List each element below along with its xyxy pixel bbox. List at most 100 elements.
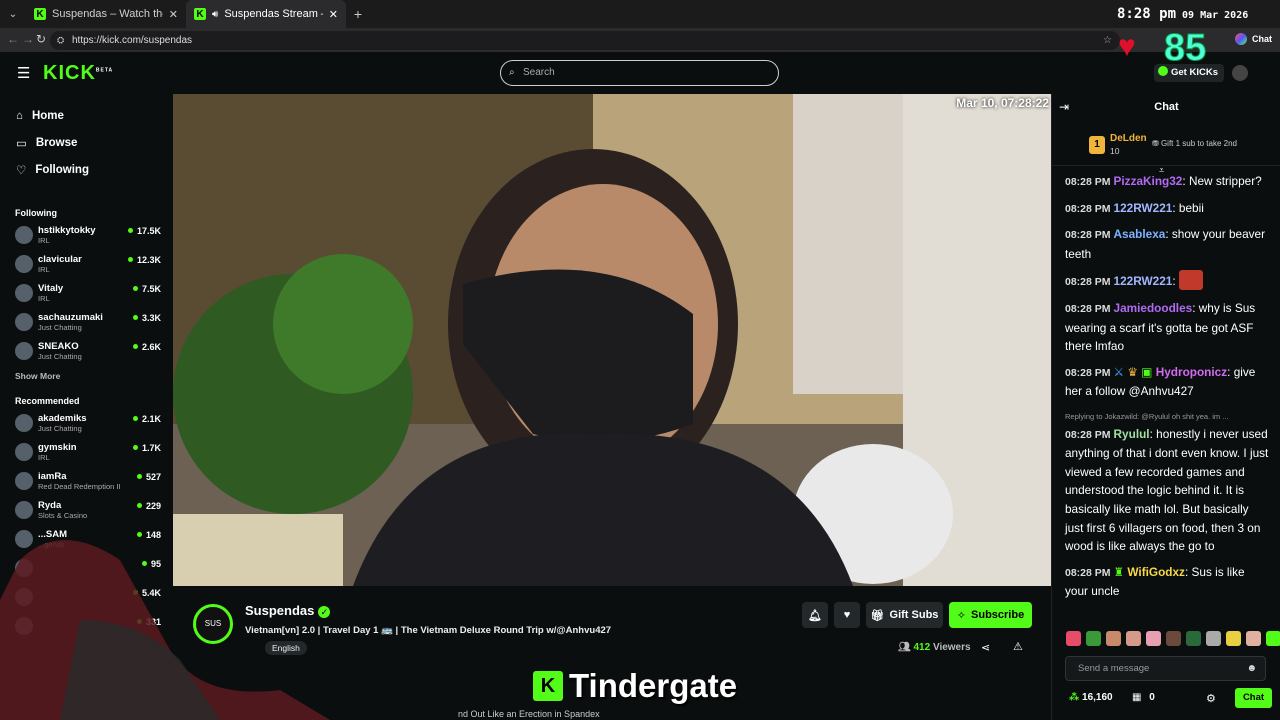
- show-more-link[interactable]: Show More: [0, 371, 173, 381]
- speaker-icon[interactable]: 🔊︎: [212, 9, 218, 20]
- share-icon[interactable]: ⋖: [981, 641, 990, 654]
- viewer-count: 2.1K: [133, 414, 161, 424]
- channel-item[interactable]: ...SAM ...gends 148: [0, 525, 173, 554]
- url-field[interactable]: ⛭ https://kick.com/suspendas ☆: [50, 31, 1120, 50]
- emote-icon[interactable]: [1206, 631, 1221, 646]
- message-user[interactable]: WifiGodxz: [1127, 565, 1185, 579]
- menu-icon[interactable]: ☰: [17, 64, 30, 82]
- message-user[interactable]: Hydroponicz: [1156, 365, 1227, 379]
- message-time: 08:28 PM: [1065, 176, 1111, 188]
- channel-item[interactable]: 331: [0, 612, 173, 641]
- forward-icon[interactable]: →: [22, 32, 34, 46]
- channel-item[interactable]: sachauzumaki Just Chatting 3.3K: [0, 308, 173, 337]
- message-user[interactable]: 122RW221: [1114, 201, 1173, 215]
- emote-icon[interactable]: [1146, 631, 1161, 646]
- gift-count-value: 0: [1149, 692, 1155, 703]
- avatar: [15, 443, 33, 461]
- language-tag[interactable]: English: [265, 641, 307, 655]
- message-text: honestly i never used anything of that i…: [1065, 426, 1269, 554]
- channel-item[interactable]: clavicular IRL 12.3K: [0, 250, 173, 279]
- new-tab-icon[interactable]: +: [346, 6, 370, 22]
- search-input[interactable]: ⌕ Search: [500, 60, 779, 86]
- back-icon[interactable]: ←: [7, 32, 19, 46]
- avatar: [15, 342, 33, 360]
- follow-heart-button[interactable]: ♥: [834, 602, 860, 628]
- emote-icon[interactable]: [1066, 631, 1081, 646]
- home-icon: ⌂: [16, 109, 23, 122]
- leader-user[interactable]: DeLden: [1110, 133, 1147, 144]
- kick-logo[interactable]: KICKBETA: [43, 62, 113, 85]
- channel-item[interactable]: Ryda Slots & Casino 229: [0, 496, 173, 525]
- kick-favicon-icon: K: [34, 8, 46, 20]
- channel-item[interactable]: akademiks Just Chatting 2.1K: [0, 409, 173, 438]
- emote-icon[interactable]: [1186, 631, 1201, 646]
- video-player[interactable]: Mar 10, 07:28:22: [173, 94, 1051, 586]
- kicks-balance[interactable]: ⁂ 16,160: [1069, 692, 1113, 703]
- kick-logo-icon: K: [533, 671, 563, 701]
- tab-list-dropdown-icon[interactable]: ⌄: [0, 9, 26, 20]
- reload-icon[interactable]: ↻: [36, 32, 46, 46]
- emote-icon[interactable]: [1226, 631, 1241, 646]
- chat-input[interactable]: Send a message ☻: [1065, 656, 1266, 681]
- site-info-icon[interactable]: ⛭: [57, 31, 64, 50]
- nav-following[interactable]: ♡ Following: [0, 156, 173, 183]
- gift-sub-link[interactable]: ⛃ Gift 1 sub to take 2nd: [1152, 139, 1237, 148]
- tab-close-icon[interactable]: ✕: [169, 8, 178, 21]
- system-clock: 8:28 pm 09 Mar 2026: [1117, 6, 1248, 22]
- badge-icon: ▣: [1141, 364, 1153, 379]
- browser-address-bar: ← → ↻ ⛭ https://kick.com/suspendas ☆ Cha…: [0, 28, 1280, 52]
- browser-tab-vod[interactable]: K Suspendas – Watch the VOD on Kick ✕: [26, 0, 186, 28]
- channel-item[interactable]: Vitaly IRL 7.5K: [0, 279, 173, 308]
- channel-name-heading[interactable]: Suspendas ✓: [245, 603, 331, 618]
- emote-icon[interactable]: [1266, 631, 1280, 646]
- user-avatar[interactable]: [1232, 65, 1248, 81]
- channel-item[interactable]: SNEAKO Just Chatting 2.6K: [0, 337, 173, 366]
- message-user[interactable]: Ryulul: [1114, 427, 1150, 441]
- heart-icon: ♥: [1118, 30, 1136, 63]
- report-icon[interactable]: ⚠: [1013, 640, 1023, 653]
- emote-icon: [1178, 270, 1203, 291]
- emote-icon[interactable]: [1166, 631, 1181, 646]
- notification-bell-button[interactable]: 🔔︎: [802, 602, 828, 628]
- extension-chat-icon[interactable]: [1235, 33, 1247, 45]
- tab-close-icon[interactable]: ✕: [329, 8, 338, 21]
- channel-category: IRL: [38, 294, 50, 303]
- emote-icon[interactable]: [1106, 631, 1121, 646]
- emoji-icon[interactable]: ☻: [1246, 657, 1257, 680]
- heart-outline-icon: ♡: [16, 164, 27, 177]
- bookmark-star-icon[interactable]: ☆: [1103, 31, 1112, 50]
- send-chat-button[interactable]: Chat: [1235, 688, 1272, 708]
- channel-item[interactable]: 5.4K: [0, 583, 173, 612]
- gift-subs-button[interactable]: 🎁︎ Gift Subs: [866, 602, 943, 628]
- message-user[interactable]: Jamiedoodles: [1114, 301, 1193, 315]
- message-user[interactable]: 122RW221: [1114, 274, 1173, 288]
- chat-messages: 08:28 PM PizzaKing32: New stripper? 08:28…: [1065, 172, 1270, 608]
- gift-counter[interactable]: ▦ 0: [1132, 692, 1155, 703]
- gift-sub-text: Gift 1 sub to take 2nd: [1160, 139, 1237, 148]
- channel-item[interactable]: iamRa Red Dead Redemption II 527: [0, 467, 173, 496]
- message-user[interactable]: PizzaKing32: [1114, 174, 1183, 188]
- nav-home[interactable]: ⌂ Home: [0, 102, 173, 129]
- channel-avatar[interactable]: SUS: [193, 604, 233, 644]
- channel-item[interactable]: gymskin IRL 1.7K: [0, 438, 173, 467]
- badge-icon: ♛: [1127, 364, 1138, 379]
- channel-item[interactable]: 95: [0, 554, 173, 583]
- nav-browse[interactable]: ▭ Browse: [0, 129, 173, 156]
- recommended-heading: Recommended: [15, 396, 80, 406]
- avatar: [15, 472, 33, 490]
- channel-category: IRL: [38, 265, 50, 274]
- avatar: [15, 226, 33, 244]
- channel-name: [38, 612, 173, 616]
- message-time: 08:28 PM: [1065, 302, 1111, 315]
- channel-item[interactable]: hstikkytokky IRL 17.5K: [0, 221, 173, 250]
- browser-tab-stream[interactable]: K 🔊︎ Suspendas Stream – Watch Live on Ki…: [186, 0, 346, 28]
- subscribe-button[interactable]: ✧ Subscribe: [949, 602, 1032, 628]
- message-user[interactable]: Asablexa: [1114, 227, 1166, 241]
- extension-chat-label[interactable]: Chat: [1252, 34, 1272, 44]
- badge-icon: ♜: [1113, 564, 1125, 579]
- emote-icon[interactable]: [1086, 631, 1101, 646]
- emote-icon[interactable]: [1126, 631, 1141, 646]
- chat-settings-icon[interactable]: ⚙: [1206, 692, 1216, 705]
- browse-icon: ▭: [16, 137, 27, 150]
- emote-icon[interactable]: [1246, 631, 1261, 646]
